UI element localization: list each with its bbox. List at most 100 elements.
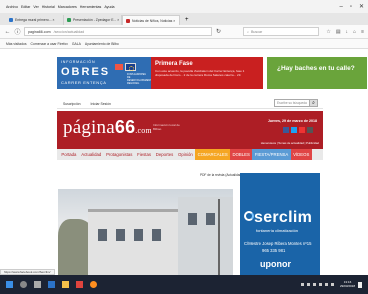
download-icon[interactable]: ↓ [346, 29, 349, 35]
edge-icon[interactable] [48, 281, 55, 288]
ad-obres-sub: FONS EUROPEU DE DESENVOLUPAMENT REGIONAL [127, 73, 152, 85]
menu-item-ver[interactable]: Ver [33, 5, 38, 9]
photo-window [134, 229, 143, 241]
new-tab-button[interactable]: + [180, 15, 194, 25]
close-icon[interactable]: ✕ [359, 3, 364, 10]
back-icon[interactable]: ← [4, 29, 11, 35]
firefox-icon[interactable] [90, 281, 97, 288]
home-icon[interactable]: ⌂ [353, 29, 356, 35]
bookmark-ayuntamiento[interactable]: Ayuntamiento de Bilbo [85, 42, 119, 46]
nav-videos[interactable]: VÍDEOS [290, 149, 312, 160]
menu-icon[interactable]: ≡ [361, 29, 364, 35]
ad-green-title: ¿Hay baches en tu calle? [277, 65, 355, 72]
bookmark-mas-visitados[interactable]: Más visitados [6, 42, 27, 46]
search-input[interactable]: ⌕ Buscar [243, 27, 319, 36]
search-icon[interactable] [20, 281, 27, 288]
menu-item-ayuda[interactable]: Ayuda [104, 5, 114, 9]
tray-icon[interactable] [312, 283, 316, 286]
minimize-icon[interactable]: – [339, 4, 342, 10]
photo-post [218, 199, 220, 275]
flag-icon [115, 64, 123, 70]
photo-window [188, 213, 197, 225]
nav-fiestas[interactable]: Fiestas [135, 149, 154, 160]
tab-1[interactable]: Entrega mural primero... × [6, 15, 64, 25]
tab-favicon-icon [67, 18, 71, 22]
nav-dobles[interactable]: DOBLES [230, 149, 253, 160]
taskbar: 13:16 29/03/2018 [0, 275, 368, 294]
bookmark-star-icon[interactable]: ☆ [326, 29, 330, 35]
login-link[interactable]: Iniciar Sesión [91, 102, 111, 106]
ad-baches[interactable]: ¿Hay baches en tu calle? [267, 57, 367, 89]
nav-protagonistas[interactable]: Protagonistas [104, 149, 135, 160]
maximize-icon[interactable]: ▫ [350, 4, 352, 10]
news-photo[interactable] [58, 189, 233, 275]
notifications-icon[interactable] [358, 281, 362, 288]
url-path: /seccion/actualidad [53, 29, 85, 34]
menu-item-herramientas[interactable]: Herramientas [80, 5, 102, 9]
ad-obres[interactable]: INFORMACIÓN OBRES CARRER ENTENÇA FONS EU… [57, 57, 152, 89]
bookmark-gala[interactable]: GALA [72, 42, 81, 46]
start-icon[interactable] [6, 281, 13, 288]
site-logo[interactable]: página66.com [63, 117, 152, 139]
ad-obres-line2: OBRES [61, 66, 111, 78]
tray-icon[interactable] [324, 283, 328, 286]
tab-favicon-icon [9, 18, 13, 22]
logo-tld: .com [135, 126, 152, 135]
logo-number: 66 [114, 117, 136, 137]
bookmark-firefox[interactable]: Comenzar a usar Firefox [31, 42, 68, 46]
magnifier-icon: ⌕ [312, 100, 315, 106]
file-explorer-icon[interactable] [62, 281, 69, 288]
site-search-placeholder: Escribe su búsqueda [277, 101, 307, 105]
tab-label: Noticias de Niños, Noticias × [132, 18, 176, 23]
site-search-button[interactable]: ⌕ [309, 99, 318, 107]
eu-flag-icon [125, 63, 136, 71]
ad-serclim[interactable]: serclim fontanería climatización C/Mestr… [240, 173, 320, 275]
facebook-icon[interactable] [283, 127, 289, 133]
menu-item-editar[interactable]: Editar [21, 5, 30, 9]
tab-3-active[interactable]: Noticias de Niños, Noticias × [122, 15, 180, 25]
social-links [283, 127, 313, 133]
ad-primera-fase[interactable]: Primera Fase Con este acuerdo, la pavell… [151, 57, 263, 89]
menu-item-historial[interactable]: Historial [42, 5, 55, 9]
photo-window [152, 229, 161, 241]
tab-2[interactable]: Presentación - Zpedagor E... × [64, 15, 122, 25]
task-view-icon[interactable] [34, 281, 41, 288]
menu-item-archivo[interactable]: Archivo [6, 5, 18, 9]
opera-icon[interactable] [76, 281, 83, 288]
uponor-brand: uponor [260, 259, 291, 269]
ad-obres-line3: CARRER ENTENÇA [61, 80, 107, 85]
web-page: INFORMACIÓN OBRES CARRER ENTENÇA FONS EU… [0, 49, 368, 275]
nav-deportes[interactable]: Deportes [153, 149, 175, 160]
tray-icon[interactable] [306, 283, 310, 286]
nav-opinion[interactable]: Opinión [176, 149, 196, 160]
rss-icon[interactable] [307, 127, 313, 133]
info-icon[interactable]: ⓘ [14, 27, 21, 36]
tray-icon[interactable] [330, 283, 334, 286]
topics-links[interactable]: Hemeroteca | Temas de actualidad | Publi… [261, 141, 319, 145]
photo-window [98, 229, 107, 241]
tray-icon[interactable] [300, 283, 304, 286]
serclim-address: C/Mestre Josep Ribera Montes nº15 [244, 241, 312, 246]
bookmarks-bar: Más visitados Comenzar a usar Firefox GA… [0, 39, 368, 49]
twitter-icon[interactable] [291, 127, 297, 133]
clock[interactable]: 13:16 29/03/2018 [339, 280, 355, 288]
photo-window [206, 213, 215, 225]
masthead: página66.com Información local de Bilbao… [57, 111, 323, 149]
youtube-icon[interactable] [299, 127, 305, 133]
url-bar[interactable]: pagina66.com/seccion/actualidad [24, 27, 212, 36]
serclim-phone: 965 335 981 [262, 248, 286, 253]
reload-icon[interactable]: ↻ [215, 28, 222, 35]
library-icon[interactable]: ▤ [336, 29, 341, 35]
ad-red-title: Primera Fase [155, 61, 193, 67]
tray-icon[interactable] [318, 283, 322, 286]
nav-actualidad[interactable]: Actualidad [79, 149, 104, 160]
cover-link-text: PDF de la revista (Actualidad) [200, 173, 243, 177]
menu-item-marcadores[interactable]: Marcadores [58, 5, 77, 9]
search-placeholder: Buscar [251, 29, 263, 34]
nav-portada[interactable]: Portada [59, 149, 79, 160]
clock-date: 29/03/2018 [339, 283, 355, 288]
toolbar-icons: ☆ ▤ ↓ ⌂ ≡ [326, 29, 364, 35]
subscribe-link[interactable]: Suscripción [63, 102, 81, 106]
nav-fiesta-prensa[interactable]: FIESTA/PRENSA [252, 149, 291, 160]
nav-comarcales[interactable]: COMARCALES [195, 149, 231, 160]
